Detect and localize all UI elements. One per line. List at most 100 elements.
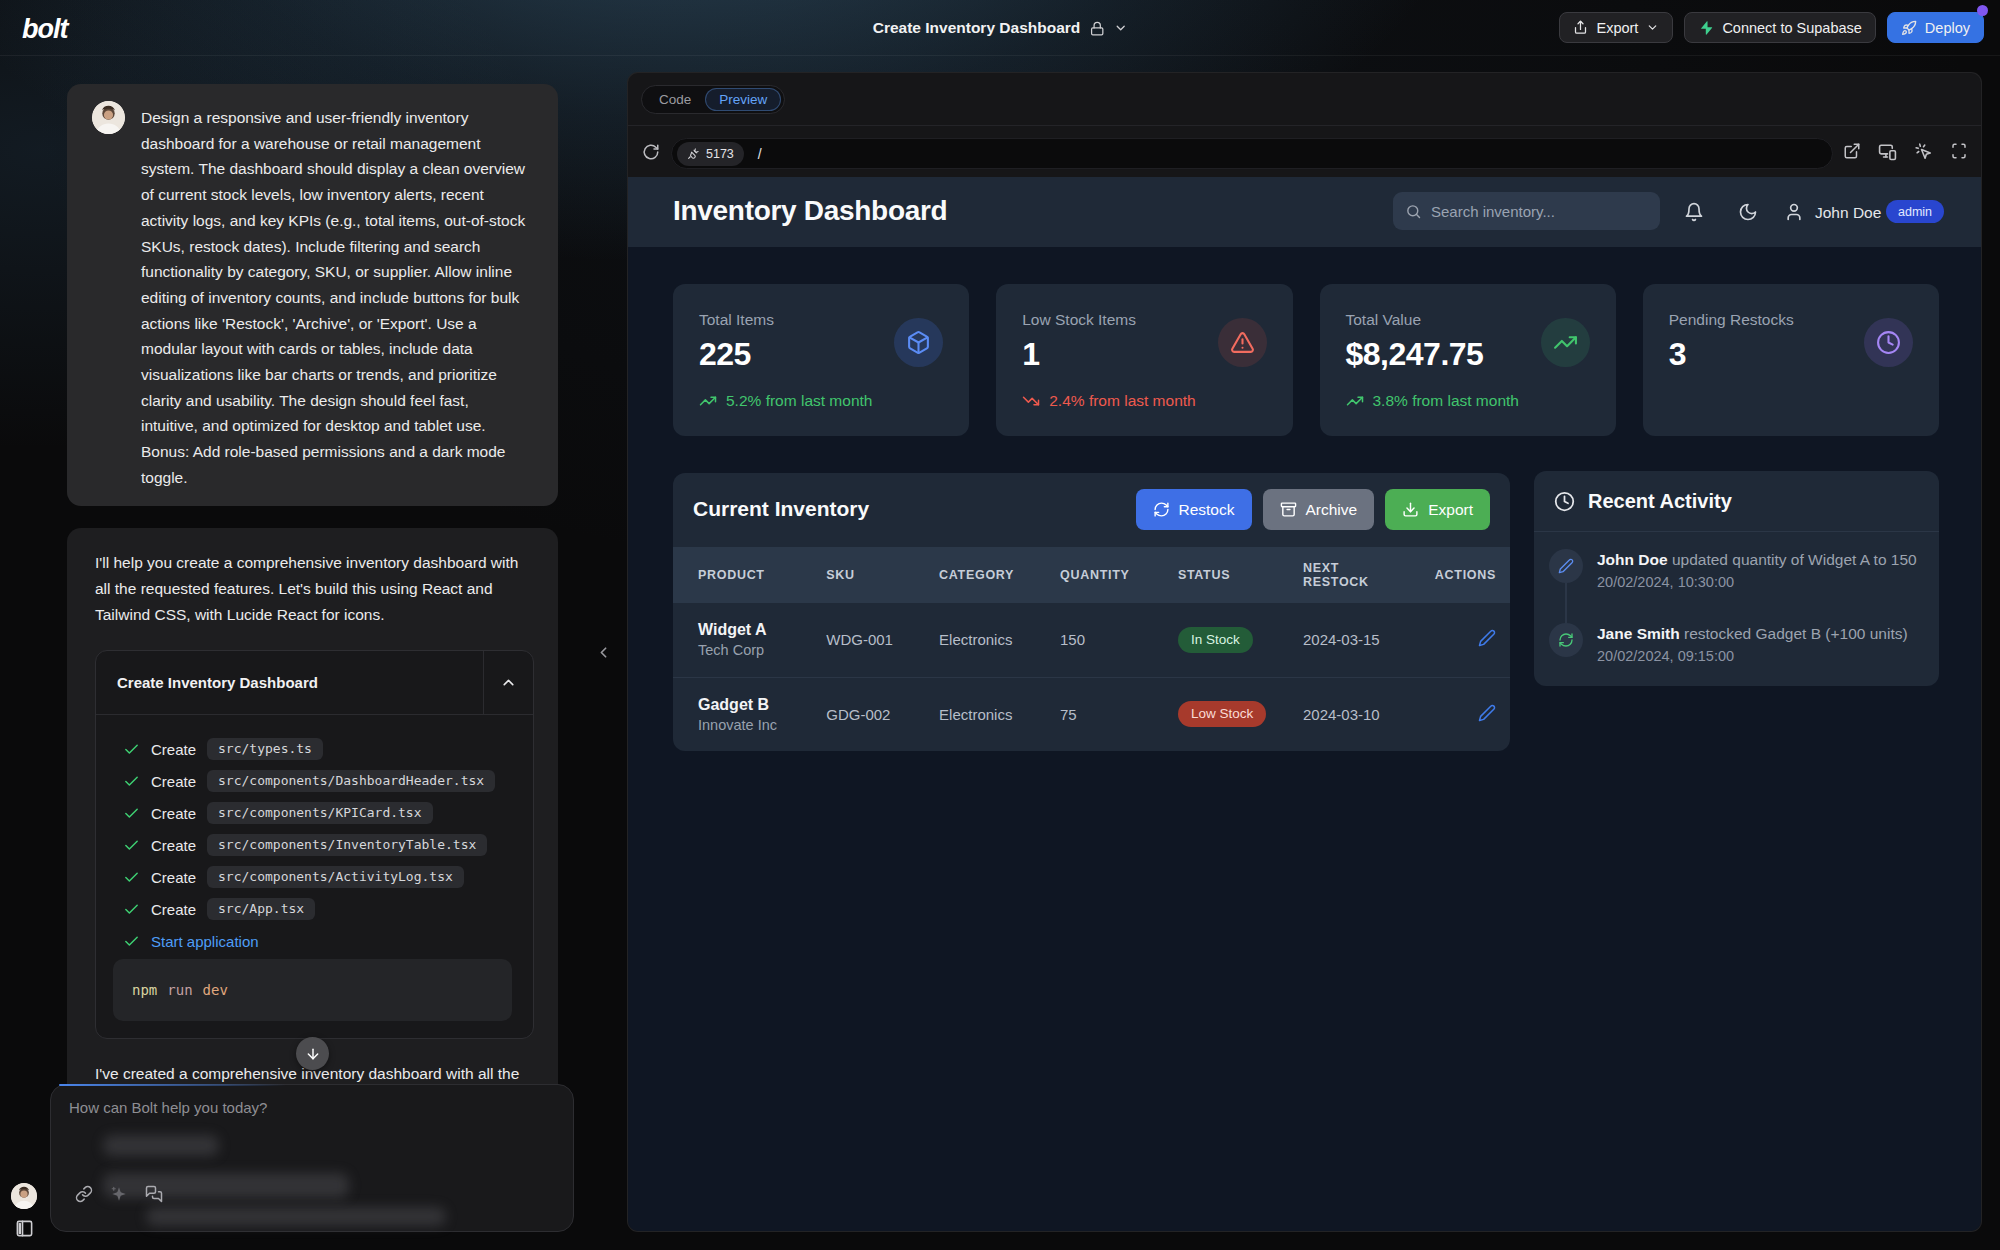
collapse-chat-handle[interactable]: [595, 644, 612, 661]
chevron-down-icon: [1113, 21, 1127, 35]
kpi-trend-text: 3.8% from last month: [1373, 392, 1519, 410]
quantity-cell[interactable]: 75: [1060, 677, 1178, 751]
address-bar[interactable]: 5173 /: [671, 138, 1833, 169]
archive-button[interactable]: Archive: [1263, 489, 1375, 530]
archive-label: Archive: [1306, 501, 1358, 519]
sparkles-icon[interactable]: [110, 1185, 128, 1203]
check-icon: [123, 773, 140, 790]
user-avatar: [92, 101, 125, 134]
trending-up-icon: [1346, 392, 1364, 410]
task-card-title: Create Inventory Dashboard: [96, 674, 318, 691]
step-file-chip[interactable]: src/App.tsx: [207, 898, 315, 920]
role-badge: admin: [1886, 200, 1944, 223]
dashboard-header: Inventory Dashboard John Doe admin: [628, 177, 1982, 247]
bolt-app-window: bolt Create Inventory Dashboard Export C…: [0, 0, 2000, 1250]
recent-activity-card: Recent Activity John Doe updated quantit…: [1534, 471, 1939, 686]
kpi-label: Total Items: [699, 311, 774, 329]
deploy-button[interactable]: Deploy: [1887, 12, 1984, 43]
fullscreen-icon[interactable]: [1950, 142, 1968, 161]
kpi-label: Pending Restocks: [1669, 311, 1794, 329]
sku-cell: WDG-001: [826, 603, 939, 677]
restock-date-cell: 2024-03-10: [1303, 677, 1435, 751]
status-badge: In Stock: [1178, 627, 1253, 653]
step-file-chip[interactable]: src/components/DashboardHeader.tsx: [207, 770, 495, 792]
command-npm: npm: [132, 982, 157, 998]
reload-icon[interactable]: [642, 143, 660, 161]
dark-mode-toggle-icon[interactable]: [1738, 202, 1758, 222]
task-step: Create src/components/ActivityLog.tsx: [123, 861, 533, 893]
link-icon[interactable]: [75, 1185, 93, 1203]
connect-supabase-button[interactable]: Connect to Supabase: [1684, 12, 1875, 43]
arrow-down-icon: [305, 1046, 321, 1062]
step-action[interactable]: Start application: [151, 933, 259, 950]
pencil-icon: [1549, 549, 1583, 583]
status-badge: Low Stock: [1178, 701, 1266, 727]
check-icon: [123, 933, 140, 950]
search-input[interactable]: [1431, 203, 1631, 220]
activity-item: John Doe updated quantity of Widget A to…: [1597, 551, 1922, 590]
supabase-icon: [1698, 20, 1714, 36]
devices-icon[interactable]: [1878, 142, 1897, 161]
task-step-start-application: Start application: [123, 925, 533, 957]
account-avatar[interactable]: [11, 1183, 37, 1209]
activity-header: Recent Activity: [1534, 471, 1939, 532]
external-link-icon[interactable]: [1843, 142, 1861, 161]
status-dot: [1977, 5, 1988, 16]
restock-button[interactable]: Restock: [1136, 489, 1252, 530]
export-button[interactable]: Export: [1559, 12, 1673, 43]
category-cell: Electronics: [939, 677, 1060, 751]
activity-time: 20/02/2024, 10:30:00: [1597, 574, 1922, 590]
step-file-chip[interactable]: src/components/ActivityLog.tsx: [207, 866, 464, 888]
check-icon: [123, 901, 140, 918]
chat-icon[interactable]: [145, 1185, 163, 1203]
column-actions: Actions: [1435, 547, 1510, 603]
table-header-row: Product SKU Category Quantity Status Nex…: [673, 547, 1510, 603]
inventory-title: Current Inventory: [693, 497, 869, 521]
step-file-chip[interactable]: src/types.ts: [207, 738, 323, 760]
terminal-command: npm run dev: [113, 959, 512, 1021]
kpi-value: 1: [1022, 336, 1039, 373]
trending-up-icon: [1541, 318, 1590, 367]
product-supplier: Tech Corp: [698, 642, 826, 658]
sidebar-toggle-icon[interactable]: [15, 1219, 34, 1238]
product-name: Gadget B: [698, 696, 826, 714]
chat-panel: Design a responsive and user-friendly in…: [0, 56, 627, 1250]
kpi-label: Low Stock Items: [1022, 311, 1136, 329]
topbar-actions: Export Connect to Supabase Deploy: [1559, 12, 1984, 43]
port-badge[interactable]: 5173: [677, 142, 744, 166]
chat-input-toolbar: [75, 1185, 163, 1203]
tab-code[interactable]: Code: [645, 92, 705, 107]
bolt-logo[interactable]: bolt: [22, 14, 67, 45]
preview-address-row: 5173 /: [628, 126, 1981, 177]
step-file-chip[interactable]: src/components/InventoryTable.tsx: [207, 834, 487, 856]
clock-icon: [1554, 491, 1575, 512]
inventory-table: Product SKU Category Quantity Status Nex…: [673, 547, 1510, 751]
collapse-task-button[interactable]: [483, 651, 533, 714]
search-icon: [1405, 203, 1422, 220]
check-icon: [123, 837, 140, 854]
project-menu[interactable]: Create Inventory Dashboard: [873, 0, 1128, 56]
kpi-trend: 3.8% from last month: [1346, 392, 1519, 410]
bell-icon[interactable]: [1684, 202, 1704, 222]
edit-icon[interactable]: [1478, 704, 1496, 722]
download-icon: [1402, 501, 1419, 518]
column-sku: SKU: [826, 547, 939, 603]
column-product: Product: [673, 547, 826, 603]
workbench-panel: Code Preview 5173 / Invent: [627, 72, 1982, 1232]
check-icon: [123, 869, 140, 886]
clock-icon: [1864, 318, 1913, 367]
command-dev: dev: [203, 982, 228, 998]
scroll-to-bottom-button[interactable]: [296, 1037, 329, 1070]
kpi-row: Total Items 225 5.2% from last month Low…: [673, 284, 1939, 436]
export-csv-button[interactable]: Export: [1385, 489, 1490, 530]
step-file-chip[interactable]: src/components/KPICard.tsx: [207, 802, 433, 824]
task-step: Create src/types.ts: [123, 733, 533, 765]
task-card: Create Inventory Dashboard Create src/ty…: [95, 650, 534, 1039]
column-next-restock: Next Restock: [1303, 547, 1435, 603]
quantity-cell[interactable]: 150: [1060, 603, 1178, 677]
tab-preview[interactable]: Preview: [705, 88, 781, 111]
deploy-label: Deploy: [1925, 20, 1970, 36]
pointer-interact-icon[interactable]: [1914, 142, 1933, 161]
edit-icon[interactable]: [1478, 629, 1496, 647]
chat-input-box: [50, 1084, 574, 1232]
